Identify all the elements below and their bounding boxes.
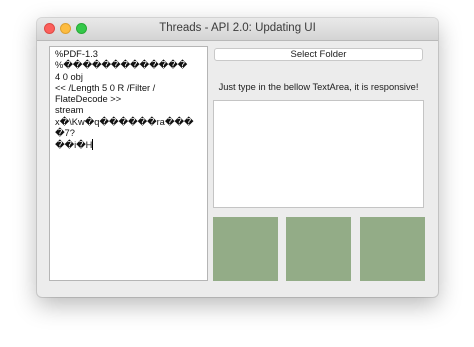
- window-title: Threads - API 2.0: Updating UI: [159, 22, 316, 34]
- editor-line: << /Length 5 0 R /Filter /: [55, 82, 156, 93]
- text-caret: [92, 139, 94, 151]
- editor-line: %�������������: [55, 60, 188, 71]
- color-tile-2: [286, 217, 351, 281]
- editor-line: ��i�H: [55, 140, 93, 151]
- instruction-label: Just type in the bellow TextArea, it is …: [218, 82, 419, 92]
- responsive-textarea[interactable]: [213, 100, 424, 208]
- editor-line: x�\Kw�q������ra����7?: [55, 116, 194, 139]
- editor-line: FlateDecode >>: [55, 94, 122, 105]
- editor-line: %PDF-1.3: [55, 49, 98, 59]
- color-tile-1: [213, 217, 278, 281]
- file-content-text: %PDF-1.3 %������������� 4 0 obj << /Leng…: [50, 47, 207, 154]
- file-content-textarea[interactable]: %PDF-1.3 %������������� 4 0 obj << /Leng…: [49, 46, 208, 281]
- app-window: Threads - API 2.0: Updating UI %PDF-1.3 …: [37, 18, 438, 297]
- color-tile-3: [360, 217, 425, 281]
- editor-line: stream: [55, 105, 84, 116]
- title-bar[interactable]: Threads - API 2.0: Updating UI: [37, 18, 438, 41]
- select-folder-button[interactable]: Select Folder: [214, 48, 423, 61]
- editor-line: 4 0 obj: [55, 71, 83, 82]
